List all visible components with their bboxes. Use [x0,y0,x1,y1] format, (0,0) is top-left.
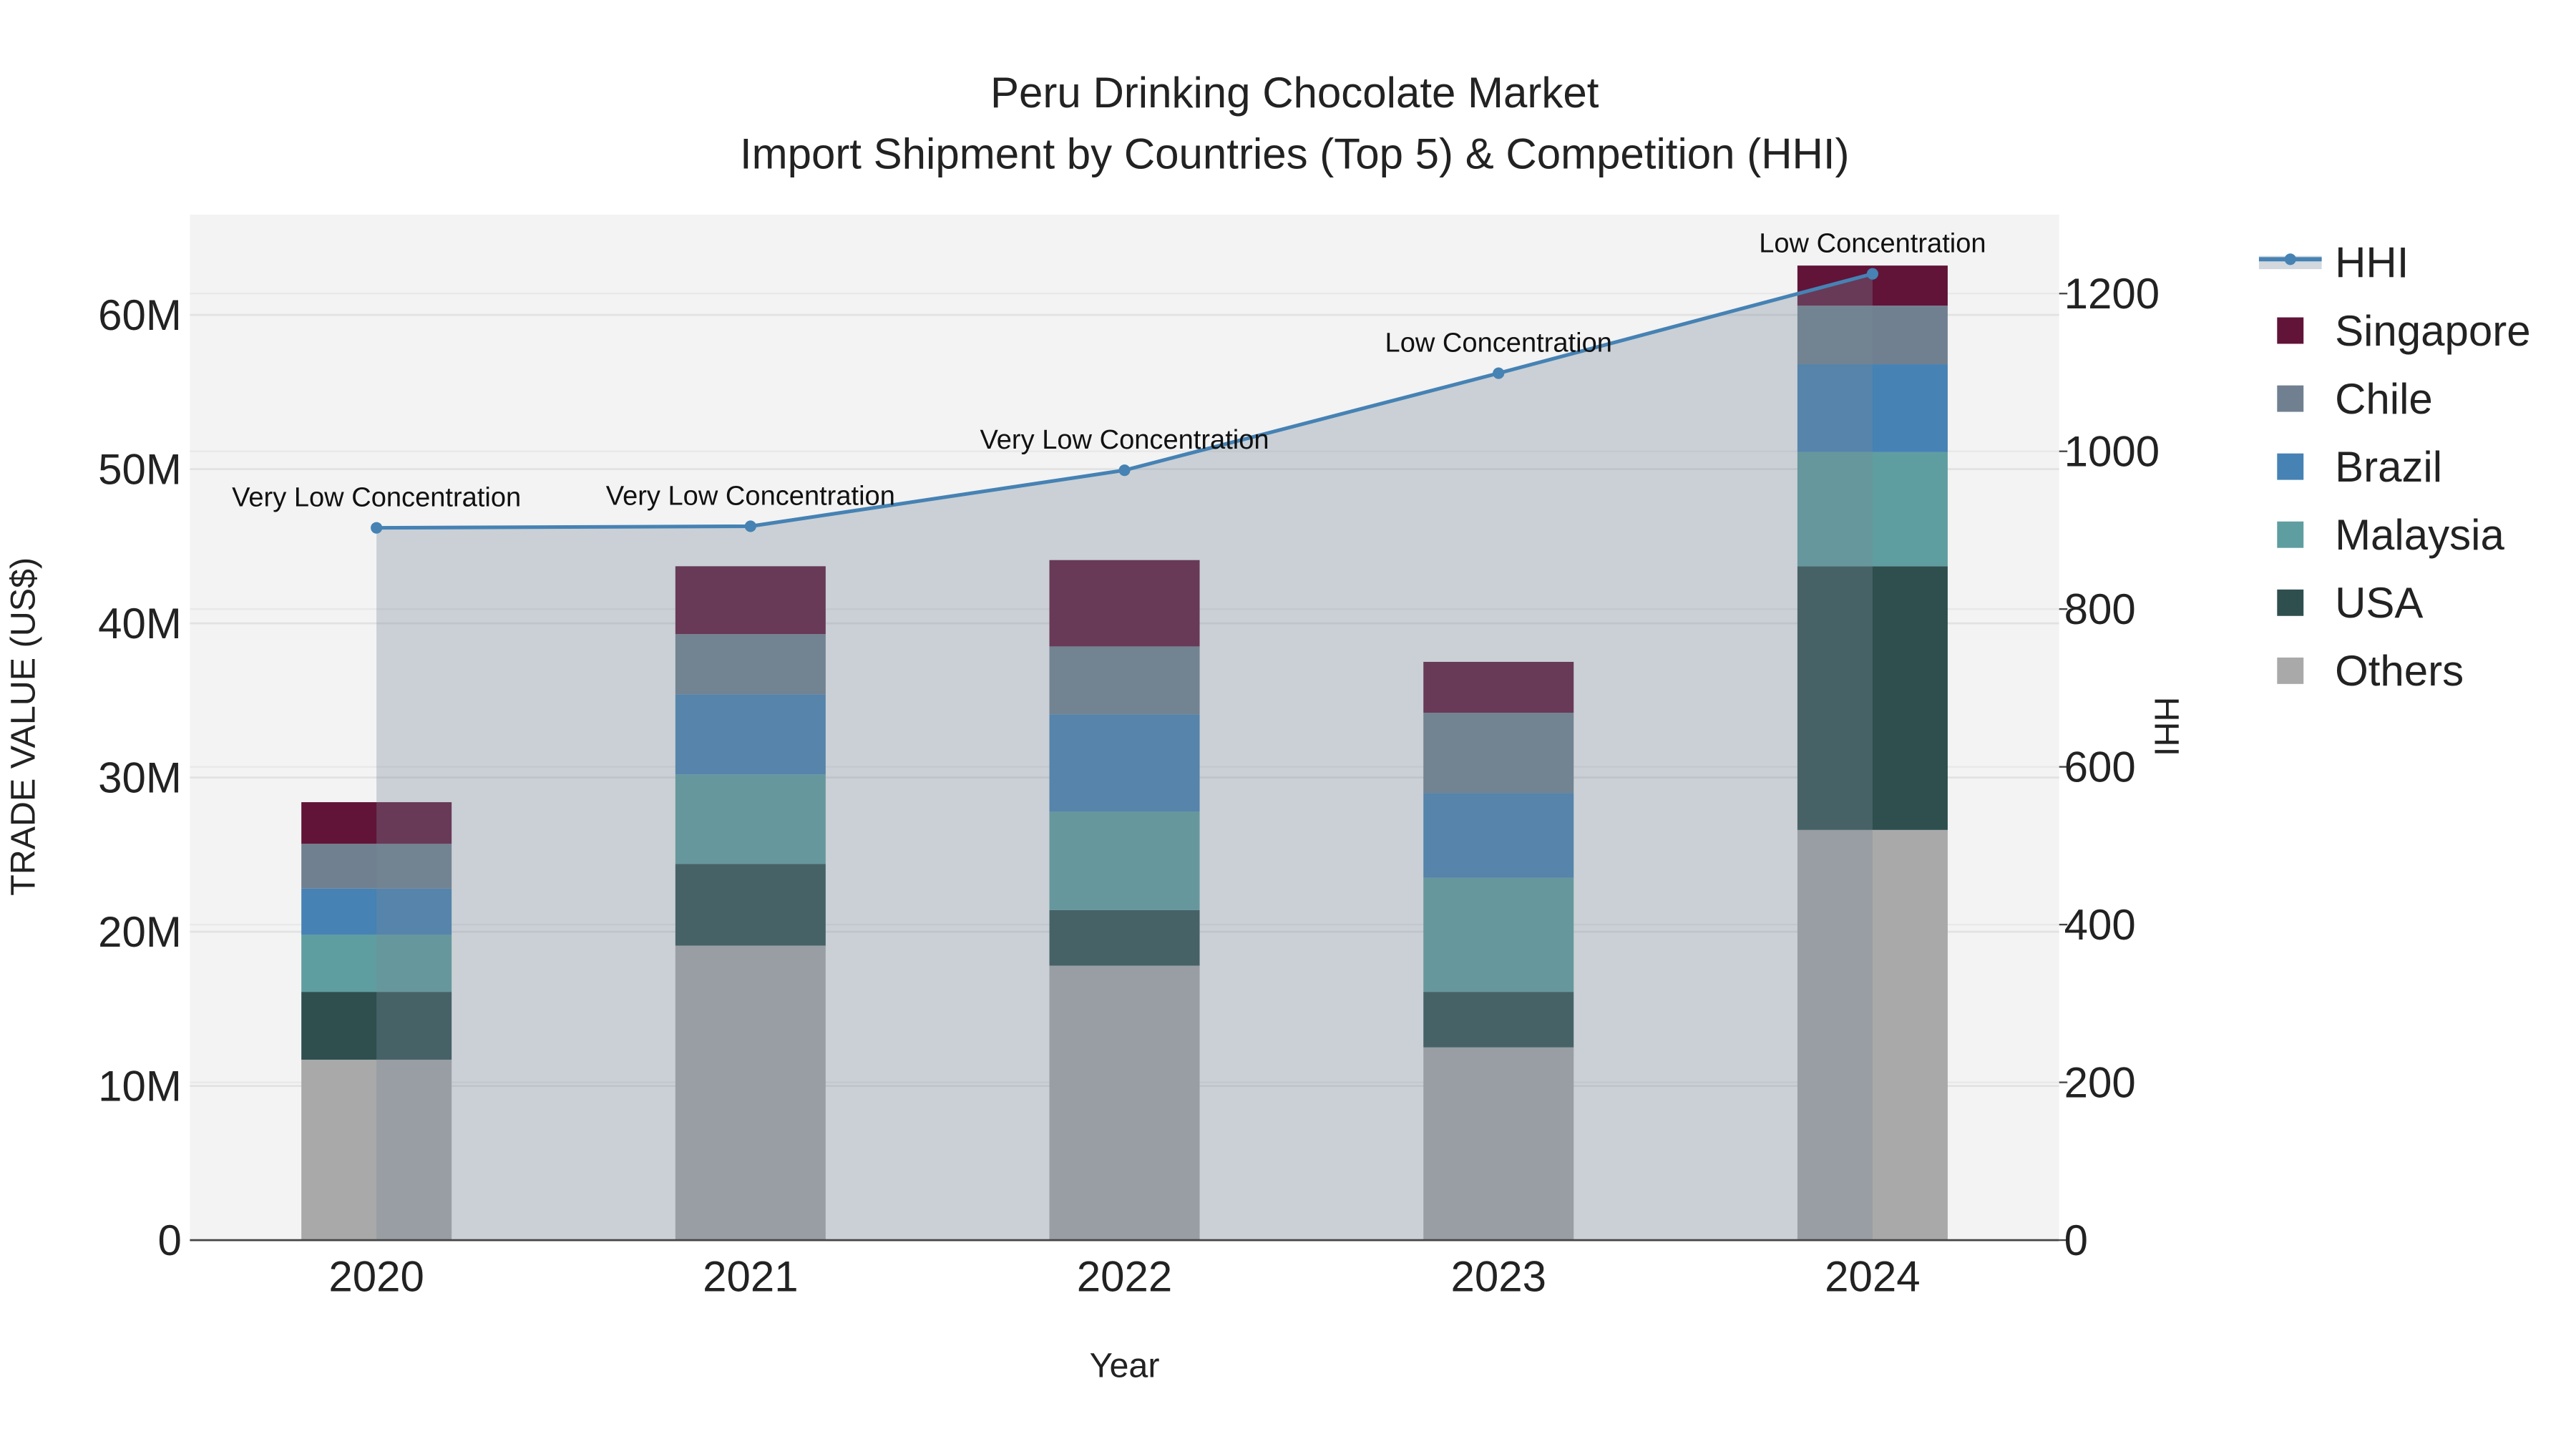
y2-tick-label: 800 [2064,585,2136,633]
x-tick-label: 2022 [1077,1253,1172,1301]
legend-label: Others [2335,647,2464,695]
legend-swatch-brazil [2277,453,2304,480]
legend-swatch-others [2277,657,2304,684]
y-tick-label: 20M [98,908,182,956]
hhi-annotation: Very Low Concentration [980,425,1269,455]
legend-label: Singapore [2335,307,2531,355]
y2-tick-label: 600 [2064,743,2136,791]
x-axis-title: Year [1090,1347,1160,1385]
legend-swatch-usa [2277,589,2304,616]
chart-subtitle: Import Shipment by Countries (Top 5) & C… [740,130,1850,177]
hhi-annotation: Low Concentration [1759,229,1986,259]
y2-axis-title: HHI [2147,697,2186,756]
legend-swatch-singapore [2277,317,2304,344]
chart: Very Low Concentration Very Low Concentra… [4,69,2531,1385]
hhi-point [1866,268,1878,280]
legend-swatch-chile [2277,385,2304,412]
y-tick-label: 30M [98,753,182,801]
hhi-point [371,522,383,534]
legend-swatch-malaysia [2277,521,2304,548]
y2-tick-label: 0 [2064,1216,2088,1264]
chart-title: Peru Drinking Chocolate Market [990,69,1599,117]
y2-tick-label: 200 [2064,1058,2136,1106]
hhi-annotation: Very Low Concentration [606,481,895,511]
y-tick-label: 40M [98,600,182,648]
hhi-annotation: Low Concentration [1385,328,1612,358]
y-tick-label: 0 [157,1216,181,1264]
x-tick-label: 2020 [328,1253,424,1301]
x-tick-label: 2024 [1825,1253,1920,1301]
y2-tick-label: 400 [2064,901,2136,949]
legend-label: Malaysia [2335,511,2504,559]
legend-label: HHI [2335,239,2409,287]
y-tick-label: 50M [98,445,182,493]
y-tick-label: 10M [98,1062,182,1110]
y2-tick-label: 1000 [2064,427,2160,475]
hhi-point [1118,464,1131,477]
legend-label: Brazil [2335,443,2442,491]
y-axis-title: TRADE VALUE (US$) [4,557,42,896]
x-tick-label: 2023 [1450,1253,1546,1301]
legend-label: USA [2335,579,2423,627]
legend: HHI Singapore Chile Brazil Malaysia USA Others [2258,239,2531,695]
x-tick-label: 2021 [703,1253,798,1301]
legend-hhi-marker [2284,253,2296,265]
hhi-point [744,520,756,532]
hhi-annotation: Very Low Concentration [232,483,521,513]
y2-tick-label: 1200 [2064,270,2160,318]
hhi-point [1493,367,1505,379]
y-tick-label: 60M [98,291,182,339]
legend-label: Chile [2335,375,2433,423]
